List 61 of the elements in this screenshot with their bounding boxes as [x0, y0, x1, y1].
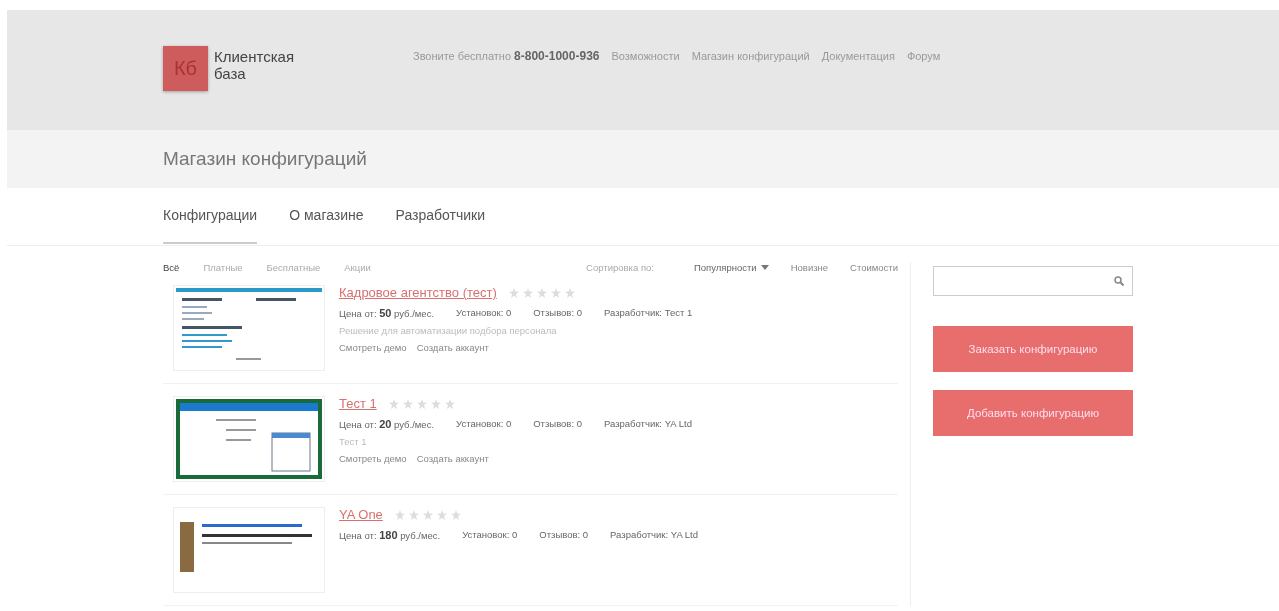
- filter-link[interactable]: Платные: [203, 262, 243, 273]
- reviews-count: Отзывов: 0: [533, 307, 582, 319]
- action-button[interactable]: Добавить конфигурацию: [933, 390, 1133, 436]
- action-link[interactable]: Создать аккаунт: [416, 453, 489, 464]
- nav-link[interactable]: Магазин конфигураций: [691, 50, 810, 62]
- nav-link[interactable]: Документация: [821, 50, 895, 62]
- tab[interactable]: Разработчики: [395, 188, 486, 244]
- configuration-title-link[interactable]: YA One: [339, 507, 383, 522]
- nav-link[interactable]: Форум: [906, 50, 941, 62]
- star-icon: [416, 398, 427, 409]
- sort-label: Сортировка по:: [586, 262, 654, 273]
- action-link[interactable]: Смотреть демо: [339, 453, 407, 464]
- page-title: Магазин конфигураций: [163, 147, 368, 171]
- installs-count: Установок: 0: [456, 307, 512, 319]
- installs-count: Установок: 0: [456, 418, 512, 430]
- logo-text: Клиентская: [214, 48, 295, 65]
- tab[interactable]: О магазине: [289, 188, 364, 244]
- logo-text: база: [214, 65, 247, 82]
- star-icon: [402, 398, 413, 409]
- sort-option[interactable]: Стоимости: [850, 262, 898, 273]
- star-icon: [536, 287, 547, 298]
- developer-name: Разработчик: YA Ltd: [610, 529, 699, 541]
- action-link[interactable]: Смотреть демо: [339, 342, 407, 353]
- installs-count: Установок: 0: [462, 529, 518, 541]
- reviews-count: Отзывов: 0: [533, 418, 582, 430]
- star-icon: [564, 287, 575, 298]
- action-link[interactable]: Создать аккаунт: [416, 342, 489, 353]
- filter-link[interactable]: Акции: [344, 262, 371, 273]
- configuration-title-link[interactable]: Кадровое агентство (тест): [339, 285, 497, 300]
- sort-option[interactable]: Популярности: [693, 262, 769, 273]
- star-icon: [388, 398, 399, 409]
- star-icon: [522, 287, 533, 298]
- phone-label: Звоните бесплатно: [413, 50, 512, 62]
- filter-link[interactable]: Бесплатные: [266, 262, 321, 273]
- description-text: Решение для автоматизации подбора персонала: [339, 325, 558, 336]
- search-field[interactable]: [933, 266, 1133, 296]
- star-icon: [436, 509, 447, 520]
- developer-name: Разработчик: YA Ltd: [603, 418, 692, 430]
- price-text: Цена от: 20 руб./мес.: [339, 418, 435, 430]
- developer-name: Разработчик: Тест 1: [603, 307, 693, 319]
- search-icon: [1114, 276, 1124, 286]
- phone-number: 8-800-1000-936: [514, 49, 600, 63]
- nav-link[interactable]: Возможности: [611, 50, 680, 62]
- caret-icon: [760, 265, 769, 270]
- price-text: Цена от: 180 руб./мес.: [339, 529, 441, 541]
- star-icon: [430, 398, 441, 409]
- star-icon: [444, 398, 455, 409]
- filter-link[interactable]: Всё: [163, 262, 180, 273]
- action-button[interactable]: Заказать конфигурацию: [933, 326, 1133, 372]
- description-text: Тест 1: [339, 436, 368, 447]
- star-icon: [508, 287, 519, 298]
- reviews-count: Отзывов: 0: [539, 529, 589, 541]
- sort-option[interactable]: Новизне: [790, 262, 829, 273]
- tab[interactable]: Конфигурации: [163, 188, 258, 244]
- star-icon: [550, 287, 561, 298]
- star-icon: [422, 509, 433, 520]
- price-text: Цена от: 50 руб./мес.: [339, 307, 435, 319]
- configuration-title-link[interactable]: Тест 1: [339, 396, 377, 411]
- star-icon: [394, 509, 405, 520]
- star-icon: [408, 509, 419, 520]
- star-icon: [450, 509, 461, 520]
